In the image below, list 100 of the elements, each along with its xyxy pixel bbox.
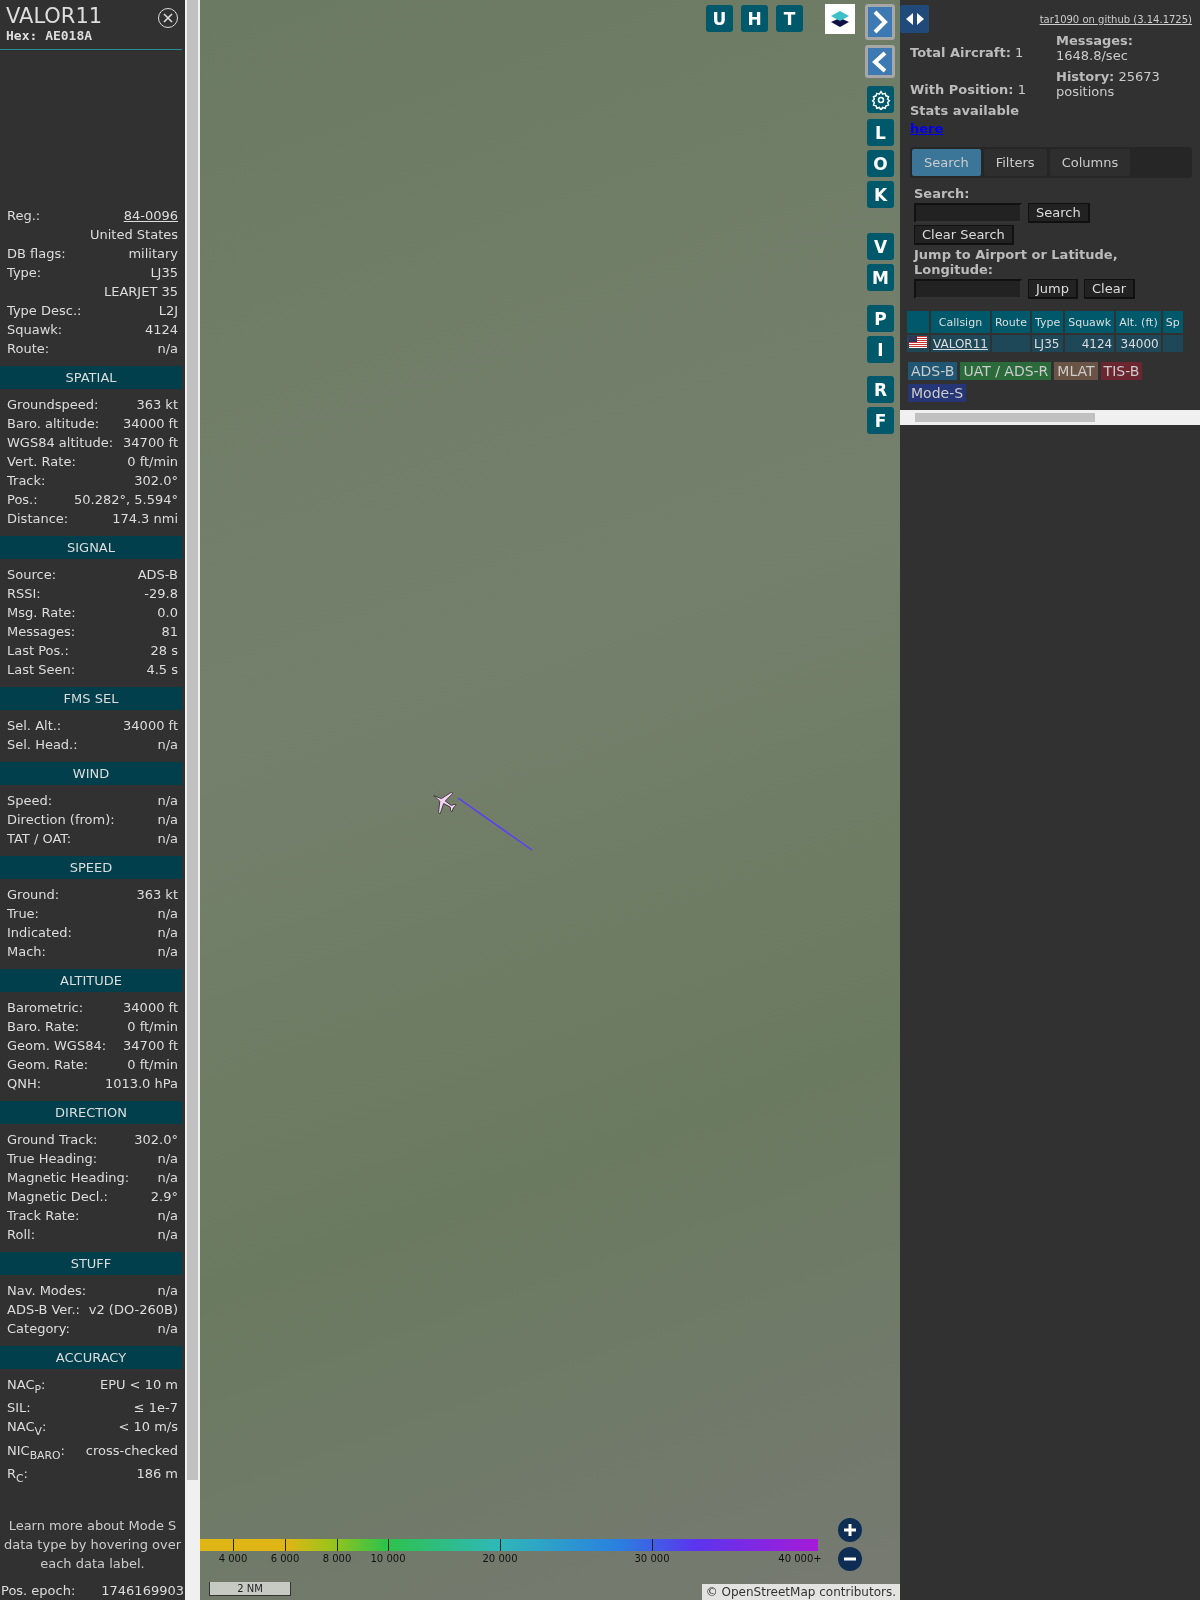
field-label: Pos. epoch:: [1, 1582, 76, 1600]
field-value: -29.8: [144, 584, 178, 603]
scrollbar[interactable]: [185, 0, 200, 1600]
field-label: QNH:: [7, 1074, 42, 1093]
field-label: NIC$_{BARO}$:: [7, 1441, 65, 1464]
altitude-scale-label: 4 000: [218, 1553, 248, 1564]
map-toggle-button[interactable]: L: [867, 119, 894, 146]
field-value: LJ35: [150, 263, 178, 282]
field-value: 50.282°, 5.594°: [74, 490, 178, 509]
github-link[interactable]: tar1090 on github (3.14.1725): [1039, 14, 1192, 25]
field-value: ADS-B: [137, 565, 178, 584]
field-label: Baro. Rate:: [7, 1017, 80, 1036]
map-toggle-button[interactable]: U: [706, 5, 733, 32]
map-toggle-button[interactable]: R: [867, 376, 894, 403]
column-header[interactable]: Squawk: [1065, 311, 1115, 333]
column-header[interactable]: Type: [1031, 311, 1064, 333]
field-label: TAT / OAT:: [7, 829, 72, 848]
field-label: Nav. Modes:: [7, 1281, 87, 1300]
clear-button[interactable]: Clear: [1084, 279, 1135, 299]
map-toggle-button[interactable]: F: [867, 407, 894, 434]
section-header: SPEED: [0, 855, 182, 879]
field-value: 0 ft/min: [127, 452, 178, 471]
field-value: n/a: [157, 942, 178, 961]
field-value: n/a: [157, 923, 178, 942]
section-header: SPATIAL: [0, 365, 182, 389]
field-value: 0.0: [157, 603, 178, 622]
field-label: Route:: [7, 339, 50, 358]
field-label: Barometric:: [7, 998, 84, 1017]
map-toggle-button[interactable]: K: [867, 181, 894, 208]
layers-button[interactable]: [825, 4, 855, 34]
callsign-link[interactable]: VALOR11: [933, 336, 988, 351]
field-value: 4124: [144, 320, 178, 339]
jump-button[interactable]: Jump: [1028, 279, 1078, 299]
map-toggle-button[interactable]: P: [867, 305, 894, 332]
altitude-scale-label: 40 000+: [778, 1553, 822, 1564]
field-label: Reg.:: [7, 206, 41, 225]
settings-button[interactable]: [867, 86, 894, 113]
source-tag: TIS-B: [1100, 362, 1143, 380]
field-label: Last Pos.:: [7, 641, 69, 660]
search-field[interactable]: [914, 203, 1022, 223]
table-cell: 4124: [1065, 335, 1115, 352]
map-toggle-button[interactable]: V: [867, 233, 894, 260]
field-label: RSSI:: [7, 584, 41, 603]
close-icon: [162, 12, 174, 24]
source-tag: MLAT: [1054, 362, 1098, 380]
map-toggle-button[interactable]: T: [776, 5, 803, 32]
search-button[interactable]: Search: [1028, 203, 1090, 223]
openstreetmap-link[interactable]: OpenStreetMap: [721, 1585, 816, 1599]
next-button[interactable]: [865, 4, 895, 40]
field-label: Squawk:: [7, 320, 63, 339]
scrollbar[interactable]: [900, 410, 1200, 425]
stats-available-text: Stats available: [910, 103, 1021, 118]
chevron-left-icon: [872, 50, 888, 73]
search-label: Search:: [914, 186, 971, 201]
altitude-scale-label: 20 000: [482, 1553, 518, 1564]
field-label: NAC$_{V}$:: [7, 1418, 47, 1440]
tab[interactable]: Columns: [1049, 149, 1131, 176]
field-label: Groundspeed:: [7, 395, 99, 414]
field-value: 363 kt: [136, 395, 178, 414]
field-value: 4.5 s: [146, 660, 178, 679]
field-value: n/a: [157, 1168, 178, 1187]
section-header: FMS SEL: [0, 686, 182, 710]
jump-field[interactable]: [914, 279, 1022, 299]
source-tag: ADS-B: [908, 362, 958, 380]
field-label: ADS-B Ver.:: [7, 1300, 80, 1319]
field-value: n/a: [157, 1281, 178, 1300]
stat-text: With Position: 1: [910, 82, 1027, 97]
field-label: Vert. Rate:: [7, 452, 76, 471]
panel-toggle-button[interactable]: [900, 5, 929, 33]
field-label: Roll:: [7, 1225, 35, 1244]
field-value: 34000 ft: [123, 998, 178, 1017]
field-value: 34000 ft: [123, 716, 178, 735]
clear-search-button[interactable]: Clear Search: [914, 225, 1014, 245]
registration-link[interactable]: 84-0096: [123, 205, 178, 225]
section-header: WIND: [0, 761, 182, 785]
column-header[interactable]: Alt. (ft): [1116, 311, 1161, 333]
field-label: True:: [7, 904, 39, 923]
field-label: Geom. Rate:: [7, 1055, 89, 1074]
map-toggle-button[interactable]: H: [741, 5, 768, 32]
stat-text: History: 25673 positions: [1056, 69, 1161, 99]
field-value: 174.3 nmi: [112, 509, 178, 528]
field-value: 28 s: [150, 641, 178, 660]
column-header[interactable]: Route: [991, 311, 1030, 333]
field-value: n/a: [157, 1225, 178, 1244]
field-value: LEARJET 35: [103, 282, 178, 301]
altitude-scale-label: 30 000: [634, 1553, 670, 1564]
map-toggle-button[interactable]: O: [867, 150, 894, 177]
aircraft-callsign: VALOR11: [6, 4, 103, 28]
field-label: Distance:: [7, 509, 69, 528]
field-label: Sel. Alt.:: [7, 716, 62, 735]
tab[interactable]: Filters: [983, 149, 1047, 176]
field-label: Track:: [7, 471, 46, 490]
previous-button[interactable]: [865, 45, 895, 78]
field-label: R$_{C}$:: [7, 1465, 28, 1487]
map-toggle-button[interactable]: M: [867, 264, 894, 291]
map-toggle-button[interactable]: I: [867, 336, 894, 363]
altitude-scale-label: 6 000: [270, 1553, 300, 1564]
field-value: n/a: [157, 1149, 178, 1168]
column-header[interactable]: Sp: [1162, 311, 1183, 333]
column-header[interactable]: Callsign: [931, 311, 990, 333]
